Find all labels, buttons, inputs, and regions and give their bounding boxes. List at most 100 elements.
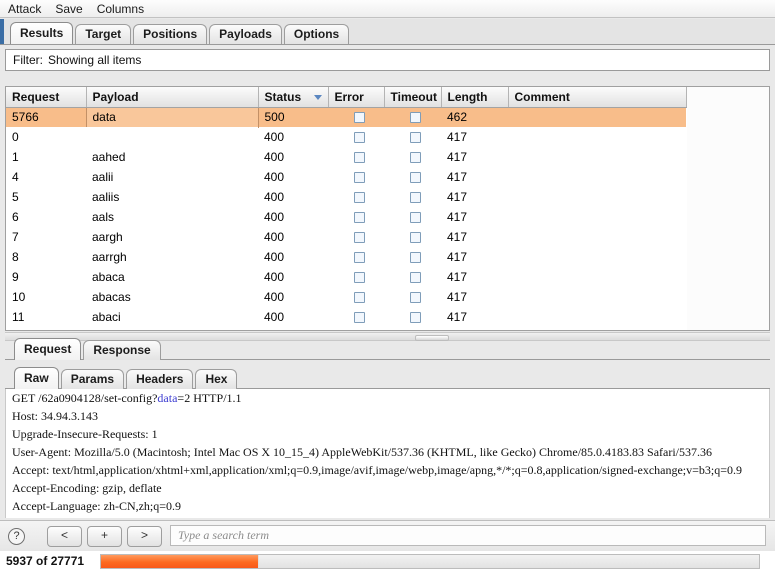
error-checkbox[interactable] bbox=[353, 132, 365, 144]
filter-bar[interactable]: Filter: Showing all items bbox=[5, 49, 770, 71]
tab-params[interactable]: Params bbox=[60, 369, 125, 389]
raw-request-viewer[interactable]: GET /62a0904128/set-config?data=2 HTTP/1… bbox=[5, 389, 770, 518]
cell-comment bbox=[508, 327, 686, 330]
timeout-checkbox[interactable] bbox=[410, 172, 421, 184]
tab-raw[interactable]: Raw bbox=[14, 367, 59, 389]
timeout-checkbox[interactable] bbox=[410, 212, 421, 224]
column-header-status[interactable]: Status bbox=[258, 87, 329, 108]
add-search-button[interactable]: + bbox=[87, 526, 122, 547]
splitter-grip-handle[interactable] bbox=[415, 335, 449, 341]
tab-payloads[interactable]: Payloads bbox=[209, 24, 282, 44]
cell-request: 6 bbox=[12, 210, 19, 224]
timeout-checkbox[interactable] bbox=[410, 272, 421, 284]
tab-target[interactable]: Target bbox=[75, 24, 132, 44]
error-checkbox[interactable] bbox=[353, 292, 365, 304]
tab-positions[interactable]: Positions bbox=[133, 24, 208, 44]
column-header-request[interactable]: Request bbox=[6, 87, 87, 108]
table-row[interactable]: 12aback400 417 bbox=[6, 327, 686, 330]
header-upgrade-insecure: Upgrade-Insecure-Requests: 1 bbox=[12, 427, 158, 441]
error-checkbox[interactable] bbox=[353, 172, 365, 184]
burp-intruder-attack-window: Attack Save Columns Results Target Posit… bbox=[0, 0, 775, 574]
column-header-error[interactable]: Error bbox=[328, 87, 385, 108]
tab-results[interactable]: Results bbox=[10, 22, 74, 44]
tab-response[interactable]: Response bbox=[83, 340, 161, 360]
cell-error bbox=[328, 247, 384, 267]
table-row[interactable]: 9 abaca 400 417 bbox=[6, 267, 686, 287]
cell-error bbox=[328, 327, 384, 330]
next-match-button[interactable]: > bbox=[127, 526, 162, 547]
cell-error bbox=[328, 207, 384, 227]
sort-descending-icon bbox=[313, 94, 322, 100]
results-table: Request Payload Status Error Timeout Len… bbox=[6, 87, 687, 330]
message-tabs: Request Response bbox=[14, 338, 163, 360]
error-checkbox[interactable] bbox=[353, 272, 365, 284]
column-header-timeout[interactable]: Timeout bbox=[384, 87, 442, 108]
cell-request: 1 bbox=[12, 150, 19, 164]
tab-headers[interactable]: Headers bbox=[126, 369, 194, 389]
table-row[interactable]: 7 aargh 400 417 bbox=[6, 227, 686, 247]
table-row[interactable]: 8 aarrgh 400 417 bbox=[6, 247, 686, 267]
cell-payload bbox=[86, 127, 258, 147]
cell-timeout bbox=[384, 307, 441, 327]
cell-length: 417 bbox=[441, 327, 508, 330]
attack-progress-fill bbox=[101, 555, 259, 568]
menu-item-attack[interactable]: Attack bbox=[8, 2, 41, 16]
cell-comment bbox=[508, 307, 686, 327]
table-row[interactable]: 4 aalii 400 417 bbox=[6, 167, 686, 187]
table-row[interactable]: 6 aals 400 417 bbox=[6, 207, 686, 227]
cell-payload: aargh bbox=[92, 230, 123, 244]
search-input[interactable]: Type a search term bbox=[170, 525, 766, 546]
error-checkbox[interactable] bbox=[353, 152, 365, 164]
cell-status: 400 bbox=[264, 290, 285, 304]
tab-hex[interactable]: Hex bbox=[195, 369, 238, 389]
cell-comment bbox=[508, 127, 686, 147]
timeout-checkbox[interactable] bbox=[410, 132, 421, 144]
timeout-checkbox[interactable] bbox=[410, 232, 421, 244]
table-row[interactable]: 1 aahed 400 417 bbox=[6, 147, 686, 167]
error-checkbox[interactable] bbox=[353, 112, 365, 124]
menu-item-columns[interactable]: Columns bbox=[97, 2, 144, 16]
menu-item-save[interactable]: Save bbox=[55, 2, 82, 16]
cell-error bbox=[328, 167, 384, 187]
error-checkbox[interactable] bbox=[353, 192, 365, 204]
error-checkbox[interactable] bbox=[353, 252, 365, 264]
table-row[interactable]: 11 abaci 400 417 bbox=[6, 307, 686, 327]
cell-timeout bbox=[384, 327, 441, 330]
cell-payload: aahed bbox=[92, 150, 126, 164]
header-host: Host: 34.94.3.143 bbox=[12, 409, 99, 423]
timeout-checkbox[interactable] bbox=[410, 292, 421, 304]
column-header-payload[interactable]: Payload bbox=[86, 87, 259, 108]
request-param-name: data bbox=[157, 391, 178, 405]
previous-match-button[interactable]: < bbox=[47, 526, 82, 547]
timeout-checkbox[interactable] bbox=[410, 312, 421, 324]
cell-comment bbox=[508, 267, 686, 287]
tab-request[interactable]: Request bbox=[14, 338, 82, 360]
cell-request: 9 bbox=[12, 270, 19, 284]
error-checkbox[interactable] bbox=[353, 312, 365, 324]
cell-request: 4 bbox=[12, 170, 19, 184]
table-row[interactable]: 5 aaliis 400 417 bbox=[6, 187, 686, 207]
timeout-checkbox[interactable] bbox=[410, 192, 421, 204]
timeout-checkbox[interactable] bbox=[410, 252, 421, 264]
timeout-checkbox[interactable] bbox=[410, 152, 421, 164]
cell-payload: aals bbox=[92, 210, 115, 224]
cell-payload: abaci bbox=[92, 310, 121, 324]
column-header-comment[interactable]: Comment bbox=[508, 87, 687, 108]
tab-options[interactable]: Options bbox=[283, 24, 350, 44]
results-table-container[interactable]: Request Payload Status Error Timeout Len… bbox=[5, 86, 770, 331]
cell-payload: aback bbox=[86, 327, 258, 330]
cell-length: 417 bbox=[447, 130, 468, 144]
table-row[interactable]: 5766 data 500 462 bbox=[6, 107, 686, 127]
help-icon[interactable]: ? bbox=[8, 528, 25, 545]
error-checkbox[interactable] bbox=[353, 212, 365, 224]
main-tabs: Results Target Positions Payloads Option… bbox=[10, 21, 351, 44]
table-row[interactable]: 10 abacas 400 417 bbox=[6, 287, 686, 307]
cell-timeout bbox=[384, 207, 441, 227]
table-row[interactable]: 0 400 417 bbox=[6, 127, 686, 147]
cell-length: 417 bbox=[447, 150, 468, 164]
filter-status-text: Showing all items bbox=[48, 53, 142, 67]
column-header-length[interactable]: Length bbox=[441, 87, 509, 108]
error-checkbox[interactable] bbox=[353, 232, 365, 244]
timeout-checkbox[interactable] bbox=[410, 112, 421, 124]
cell-length: 417 bbox=[447, 290, 468, 304]
